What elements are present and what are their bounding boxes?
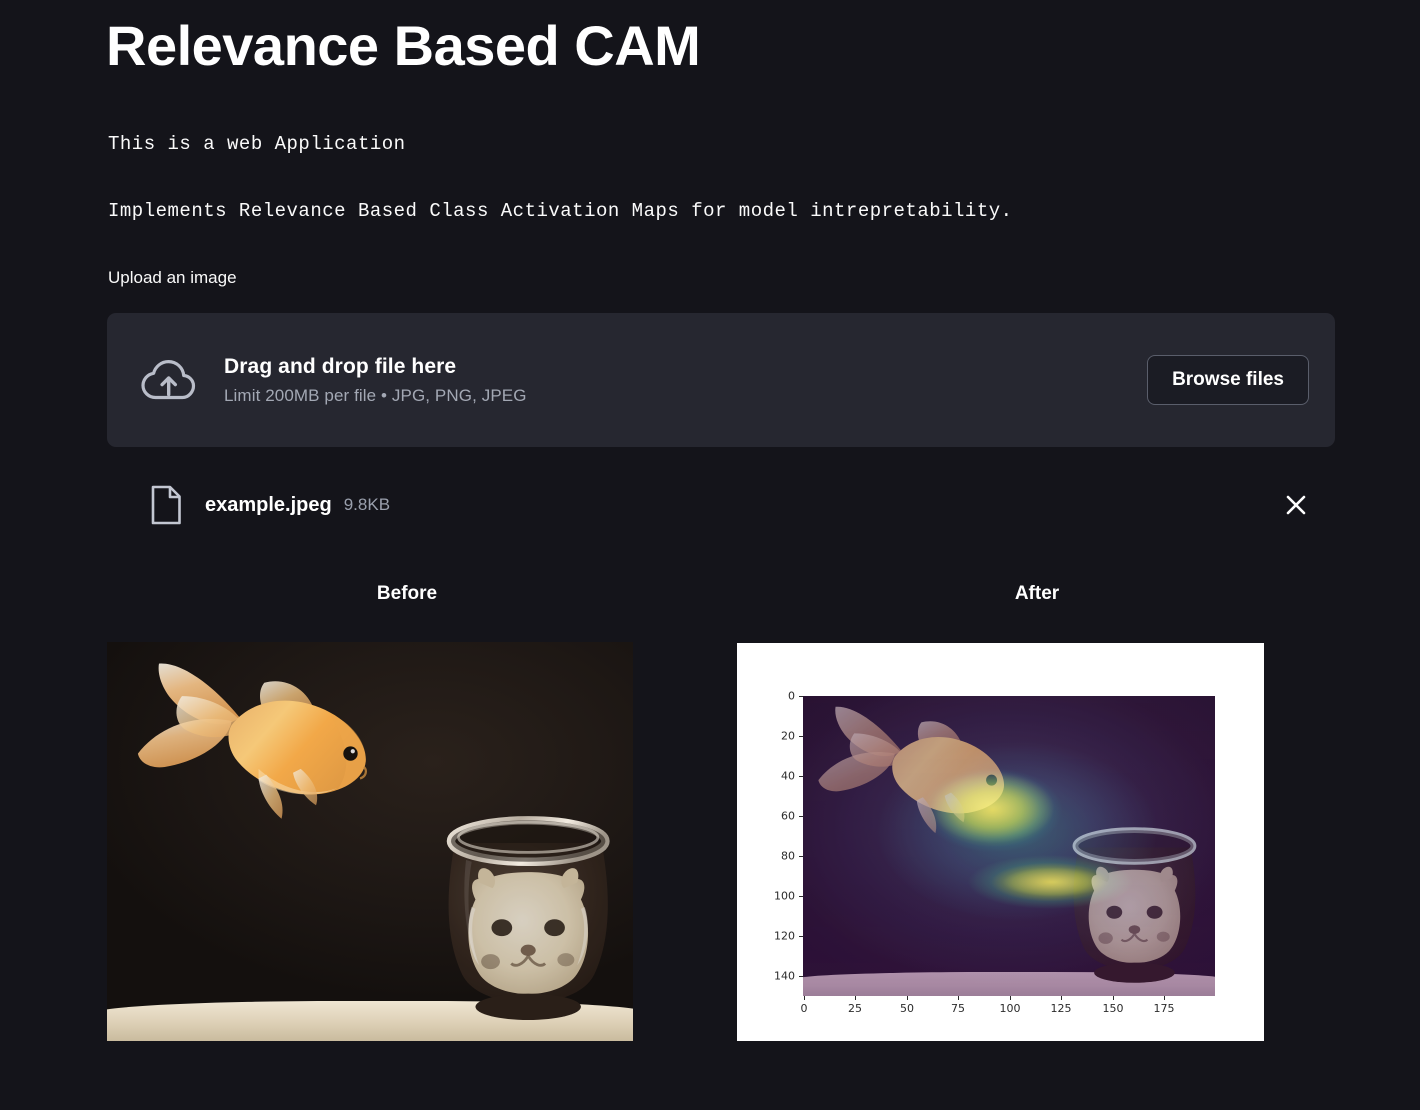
y-tick-label: 100 (774, 889, 795, 903)
intro-line-2: Implements Relevance Based Class Activat… (108, 200, 1013, 222)
file-document-icon (149, 485, 183, 525)
fishbowl-with-cat (423, 794, 633, 1029)
x-tick-label: 175 (1153, 1002, 1175, 1015)
upload-label: Upload an image (108, 268, 237, 287)
y-tick-label: 60 (781, 809, 795, 823)
close-icon[interactable] (1279, 488, 1313, 522)
y-tick-label: 120 (774, 929, 795, 943)
before-caption: Before (376, 583, 438, 604)
intro-line-1: This is a web Application (108, 133, 406, 155)
goldfish-illustration (118, 654, 434, 846)
page-title: Relevance Based CAM (106, 14, 701, 77)
y-tick-label: 140 (774, 969, 795, 983)
x-tick-label: 100 (999, 1002, 1021, 1015)
streamlit-app: Relevance Based CAM This is a web Applic… (0, 0, 1420, 1110)
y-tick-label: 80 (781, 849, 795, 863)
x-tick-label: 150 (1102, 1002, 1124, 1015)
uploaded-file-name: example.jpeg (205, 493, 332, 516)
x-tick-label: 125 (1050, 1002, 1072, 1015)
dropzone-primary-text: Drag and drop file here (224, 354, 457, 378)
x-tick-label: 25 (848, 1002, 862, 1015)
cam-axes (803, 696, 1215, 996)
before-image (107, 642, 633, 1041)
file-dropzone[interactable]: Drag and drop file here Limit 200MB per … (107, 313, 1335, 447)
x-tick-label: 75 (951, 1002, 965, 1015)
x-tick-label: 50 (900, 1002, 914, 1015)
browse-files-button[interactable]: Browse files (1147, 354, 1309, 406)
y-tick-label: 0 (788, 689, 795, 703)
y-tick-label: 40 (781, 769, 795, 783)
y-tick-label: 20 (781, 729, 795, 743)
x-tick-label: 0 (800, 1002, 808, 1015)
dropzone-limit-text: Limit 200MB per file • JPG, PNG, JPEG (224, 385, 527, 405)
after-cam-figure: 0 20 40 60 80 100 120 140 0 25 50 75 100… (737, 643, 1264, 1041)
uploaded-file-size: 9.8KB (343, 495, 391, 514)
cloud-upload-icon (138, 356, 202, 404)
uploaded-file-row: example.jpeg 9.8KB (107, 476, 1335, 534)
after-caption: After (1014, 583, 1060, 604)
cam-peak-region (803, 696, 1215, 996)
